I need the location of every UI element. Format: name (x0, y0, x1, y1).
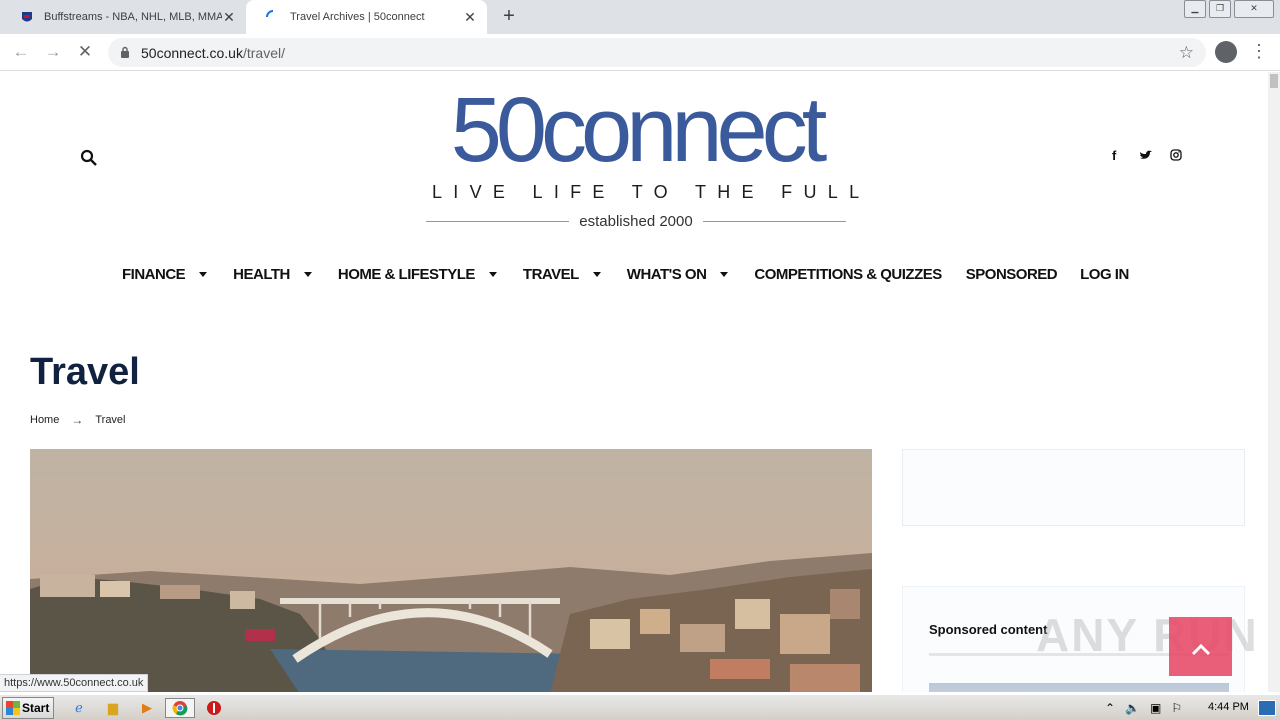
nav-log-in[interactable]: LOG IN (1080, 266, 1129, 283)
tab-close-icon[interactable]: ✕ (463, 9, 477, 26)
nav-label: FINANCE (122, 266, 186, 283)
start-button[interactable]: Start (2, 697, 54, 719)
minimize-window-button[interactable]: ▁ (1184, 0, 1206, 18)
chevron-up-icon (1191, 643, 1211, 656)
nav-finance[interactable]: FINANCE (122, 266, 208, 283)
nav-sponsored[interactable]: SPONSORED (965, 266, 1058, 283)
volume-icon[interactable]: 🔈 (1125, 701, 1140, 715)
loading-spinner-icon (266, 10, 280, 24)
url-text: 50connect.co.uk/travel/ (141, 45, 285, 61)
nav-label: SPONSORED (965, 266, 1058, 283)
tray-expand-icon[interactable]: ⌃ (1105, 701, 1115, 715)
nav-label: HEALTH (233, 266, 290, 283)
network-icon[interactable]: ▣ (1150, 701, 1161, 715)
tab-title: Buffstreams - NBA, NHL, MLB, MMA, (44, 11, 222, 23)
chevron-down-icon (592, 272, 601, 277)
url-path: /travel/ (242, 45, 285, 61)
taskbar-clock[interactable]: 4:44 PM (1208, 701, 1249, 713)
folder-icon[interactable]: ▆ (102, 698, 124, 718)
nav-travel[interactable]: TRAVEL (523, 266, 601, 283)
browser-menu-icon[interactable]: ⋮ (1250, 41, 1268, 62)
show-desktop-button[interactable] (1258, 700, 1276, 716)
tab-buffstreams[interactable]: Buffstreams - NBA, NHL, MLB, MMA, ✕ (0, 0, 246, 34)
tab-title: Travel Archives | 50connect (290, 11, 425, 23)
restore-window-button[interactable]: ❐ (1209, 0, 1231, 18)
page-scrollbar[interactable] (1268, 72, 1280, 692)
nav-label: COMPETITIONS & QUIZZES (754, 266, 942, 283)
page-title: Travel (30, 351, 140, 393)
stop-sign-icon[interactable] (203, 698, 225, 718)
search-icon[interactable] (80, 149, 98, 167)
featured-article-image[interactable] (30, 449, 872, 692)
chevron-down-icon (720, 272, 729, 277)
profile-avatar-icon[interactable] (1215, 41, 1237, 63)
system-tray: ⌃ 🔈 ▣ ⚐ (1105, 698, 1192, 718)
tab-close-icon[interactable]: ✕ (222, 9, 236, 26)
nav-label: TRAVEL (522, 266, 579, 283)
site-logo[interactable]: 50connect LIVE LIFE TO THE FULL establis… (426, 79, 871, 230)
windows-logo-icon (6, 701, 20, 715)
stop-loading-icon[interactable]: ✕ (74, 41, 96, 63)
address-bar[interactable]: 50connect.co.uk/travel/ ☆ (108, 38, 1206, 67)
new-tab-button[interactable]: + (498, 6, 520, 28)
close-window-button[interactable]: ✕ (1234, 0, 1274, 18)
back-to-top-button[interactable] (1169, 617, 1232, 676)
established-text: established 2000 (579, 213, 693, 230)
forward-arrow-icon[interactable]: → (42, 41, 64, 63)
windows-taskbar: Start ℯ ▆ ▶ ⌃ 🔈 ▣ ⚐ 4:44 PM (0, 694, 1280, 720)
nav-home-lifestyle[interactable]: HOME & LIFESTYLE (338, 266, 497, 283)
nav-label: WHAT'S ON (626, 266, 707, 283)
chrome-taskbar-icon[interactable] (165, 698, 195, 718)
chevron-down-icon (303, 272, 312, 277)
scrollbar-thumb[interactable] (1270, 74, 1278, 88)
start-label: Start (22, 701, 50, 715)
nav-competitions-quizzes[interactable]: COMPETITIONS & QUIZZES (754, 266, 942, 283)
logo-established: established 2000 (426, 213, 846, 230)
nfl-favicon-icon (20, 10, 34, 24)
lock-icon (121, 46, 129, 58)
nav-label: HOME & LIFESTYLE (337, 266, 476, 283)
breadcrumb-home-link[interactable]: Home (30, 414, 59, 426)
browser-tab-strip: Buffstreams - NBA, NHL, MLB, MMA, ✕ Trav… (0, 0, 1280, 34)
status-bar-link: https://www.50connect.co.uk (0, 674, 149, 692)
sponsored-content-heading: Sponsored content (929, 622, 1048, 637)
twitter-icon[interactable] (1139, 149, 1153, 161)
nav-label: LOG IN (1080, 266, 1129, 283)
bookmark-star-icon[interactable]: ☆ (1179, 43, 1194, 63)
media-player-icon[interactable]: ▶ (136, 698, 158, 718)
advertisement-slot (902, 449, 1245, 526)
breadcrumb-arrow-icon: → (71, 413, 84, 427)
url-host: 50connect.co.uk (141, 45, 243, 61)
back-arrow-icon[interactable]: ← (10, 41, 32, 63)
web-page: 50connect LIVE LIFE TO THE FULL establis… (0, 72, 1268, 692)
internet-explorer-icon[interactable]: ℯ (68, 698, 90, 718)
logo-wordmark: 50connect (450, 79, 828, 181)
chevron-down-icon (488, 272, 497, 277)
breadcrumb-current: Travel (95, 414, 126, 426)
nav-whats-on[interactable]: WHAT'S ON (627, 266, 729, 283)
logo-tagline: LIVE LIFE TO THE FULL (432, 182, 871, 202)
browser-toolbar: ← → ✕ 50connect.co.uk/travel/ ☆ ⋮ (0, 34, 1280, 71)
facebook-icon[interactable]: f (1112, 148, 1116, 163)
nav-health[interactable]: HEALTH (233, 266, 312, 283)
tab-travel-archives[interactable]: Travel Archives | 50connect ✕ (246, 0, 487, 34)
instagram-icon[interactable] (1170, 149, 1182, 161)
breadcrumb: Home → Travel (30, 413, 126, 427)
chevron-down-icon (199, 272, 208, 277)
main-navigation: FINANCE HEALTH HOME & LIFESTYLE TRAVEL W… (122, 266, 1129, 283)
sponsored-thumbnail[interactable] (929, 683, 1229, 692)
action-center-flag-icon[interactable]: ⚐ (1171, 701, 1182, 715)
